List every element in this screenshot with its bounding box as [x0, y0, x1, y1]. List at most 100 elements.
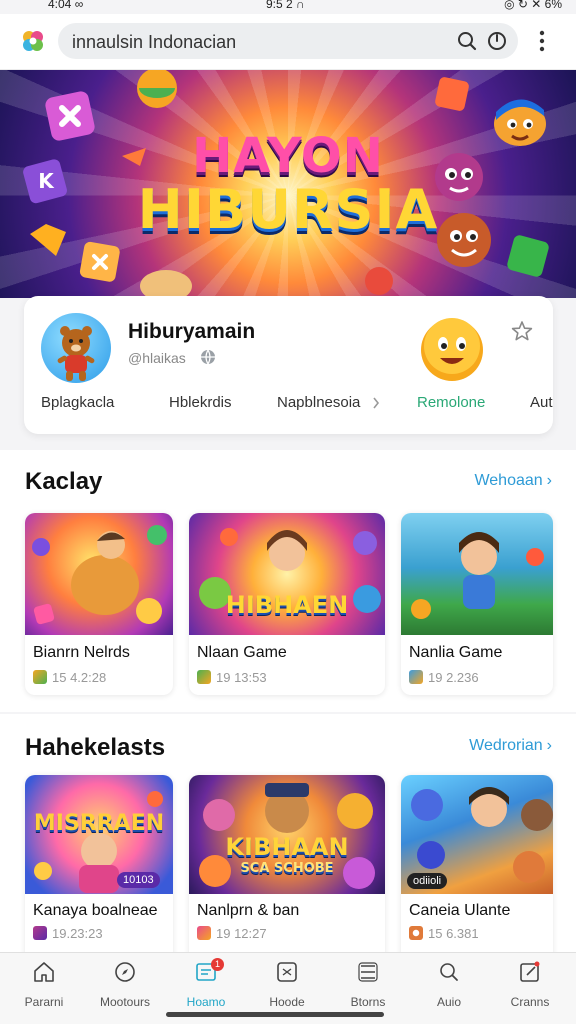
thumbnail-title: HIBHAEN: [225, 591, 349, 619]
game-meta: 15 6.381: [409, 926, 479, 941]
tab-hblekrdis[interactable]: Hblekrdis: [169, 394, 232, 411]
tab-remolone[interactable]: Remolone: [417, 394, 485, 411]
nav-label: Pararni: [24, 995, 64, 1009]
mascot-illustration: [32, 525, 167, 625]
game-card[interactable]: MISRRAEN 10103 Kanaya boalneae 19.23:23: [25, 775, 173, 965]
game-thumbnail: [25, 513, 173, 635]
nav-label: Hoode: [269, 995, 305, 1009]
thumbnail-badge: 10103: [117, 872, 160, 888]
favorite-star-icon[interactable]: [511, 320, 533, 342]
ball-icon: [137, 70, 177, 108]
game-meta-text: 15 6.381: [428, 926, 479, 941]
game-name: Nlaan Game: [197, 644, 287, 661]
edit-icon: [520, 961, 540, 982]
see-all-link[interactable]: Wedrorian ›: [469, 737, 552, 755]
address-text[interactable]: innaulsin Indonacian: [72, 32, 236, 53]
game-mini-icon: [197, 670, 211, 684]
home-indicator[interactable]: [166, 1012, 384, 1017]
nav-btorns[interactable]: Btorns: [333, 961, 403, 1011]
profile-name: Hiburyamain: [128, 320, 256, 343]
app-logo-icon[interactable]: [20, 28, 46, 54]
nav-hoode[interactable]: Hoode: [252, 961, 322, 1011]
nav-hoamo[interactable]: 1 Hoamo: [171, 958, 241, 1011]
smiley-mascot-icon[interactable]: [418, 316, 486, 384]
browser-bar: innaulsin Indonacian: [0, 14, 576, 70]
chevron-right-icon[interactable]: [372, 396, 380, 410]
game-card[interactable]: odiioli Caneia Ulante 15 6.381: [401, 775, 553, 965]
list-icon: [358, 962, 378, 982]
tab-napblnesoia[interactable]: Napblnesoia: [277, 394, 360, 411]
nav-mootours[interactable]: Mootours: [90, 961, 160, 1011]
game-meta-text: 19.23:23: [52, 926, 103, 941]
game-name: Caneia Ulante: [409, 902, 511, 919]
thumbnail-title: MISRRAEN: [33, 811, 165, 836]
game-meta-text: 19 2.236: [428, 670, 479, 685]
nav-label: Btorns: [350, 995, 386, 1009]
game-meta: 19 2.236: [409, 670, 479, 685]
nav-label: Auio: [436, 995, 462, 1009]
tab-bplagkacla[interactable]: Bplagkacla: [41, 394, 114, 411]
nav-label: Cranns: [510, 995, 550, 1009]
profile-handle: @hlaikas: [128, 350, 186, 366]
game-meta: 19.23:23: [33, 926, 103, 941]
globe-icon: [201, 349, 215, 365]
profile-tabs: Bplagkacla Hblekrdis Napblnesoia Remolon…: [24, 394, 553, 414]
bear-mascot-icon: [57, 326, 95, 381]
compass-icon: [115, 962, 135, 982]
cube-x-icon: [79, 241, 120, 282]
search-icon: [440, 963, 458, 981]
tab-aut[interactable]: Aut: [530, 394, 553, 411]
nav-pararni[interactable]: Pararni: [9, 961, 79, 1011]
status-bar: 4:04 ∞ 9:5 2 ∩ ◎ ↻ ✕ 6%: [0, 0, 576, 14]
search-icon[interactable]: [456, 30, 478, 52]
more-menu-icon[interactable]: [534, 28, 550, 54]
nav-label: Hoamo: [186, 995, 226, 1009]
game-mini-icon: [33, 670, 47, 684]
game-meta: 19 13:53: [197, 670, 267, 685]
game-mini-icon: [409, 926, 423, 940]
thumbnail-title: KIBHAAN: [225, 833, 349, 861]
profile-card: Hiburyamain @hlaikas Bplagkacla Hblekrdi…: [24, 296, 553, 434]
address-bar[interactable]: innaulsin Indonacian: [58, 23, 518, 59]
status-right: ◎ ↻ ✕ 6%: [504, 0, 562, 11]
clock-icon[interactable]: [486, 30, 508, 52]
section-kaclay: Kaclay Wehoaan› Bianrn Nelrds 15 4.2:28: [0, 450, 576, 712]
game-mini-icon: [33, 926, 47, 940]
block-icon: [435, 77, 469, 111]
game-thumbnail: odiioli: [401, 775, 553, 894]
section-hahekelasts: Hahekelasts Wedrorian › MISRRAEN 10103 Ka…: [0, 714, 576, 965]
nav-auio[interactable]: Auio: [414, 961, 484, 1011]
game-meta: 19 12:27: [197, 926, 267, 941]
creature-icon: [140, 270, 192, 298]
game-card[interactable]: Nanlia Game 19 2.236: [401, 513, 553, 695]
game-thumbnail: MISRRAEN 10103: [25, 775, 173, 894]
ball-icon: [365, 267, 393, 295]
game-card[interactable]: HIBHAEN Nlaan Game 19 13:53: [189, 513, 385, 695]
game-meta-text: 19 13:53: [216, 670, 267, 685]
nav-cranns[interactable]: Cranns: [495, 961, 565, 1011]
game-thumbnail: HIBHAEN: [189, 513, 385, 635]
game-card[interactable]: KIBHAAN SCA SCHOBE Nanlprn & ban 19 12:2…: [189, 775, 385, 965]
hero-title-line1: HAYON: [192, 128, 384, 184]
hero-banner[interactable]: K HAYON HIBURSIA: [0, 70, 576, 298]
game-thumbnail: [401, 513, 553, 635]
avatar[interactable]: [41, 313, 111, 383]
game-meta-text: 15 4.2:28: [52, 670, 107, 685]
thumbnail-badge: odiioli: [407, 873, 448, 889]
chevron-right-icon: ›: [546, 472, 552, 489]
notification-badge: 1: [211, 958, 224, 971]
game-meta-text: 19 12:27: [216, 926, 267, 941]
see-all-label: Wedrorian: [469, 737, 543, 754]
game-meta: 15 4.2:28: [33, 670, 106, 685]
sparkle-box-icon: [277, 962, 297, 982]
status-time: 9:5 2 ∩: [266, 0, 305, 11]
game-name: Kanaya boalneae: [33, 902, 158, 919]
thumbnail-subtitle: SCA SCHOBE: [240, 861, 334, 876]
game-name: Bianrn Nelrds: [33, 644, 130, 661]
game-card[interactable]: Bianrn Nelrds 15 4.2:28: [25, 513, 173, 695]
status-left: 4:04 ∞: [48, 0, 84, 11]
see-all-link[interactable]: Wehoaan ›: [474, 472, 552, 490]
see-all-label: Wehoaan: [474, 472, 543, 489]
chevron-right-icon: ›: [546, 737, 552, 754]
game-mini-icon: [197, 926, 211, 940]
